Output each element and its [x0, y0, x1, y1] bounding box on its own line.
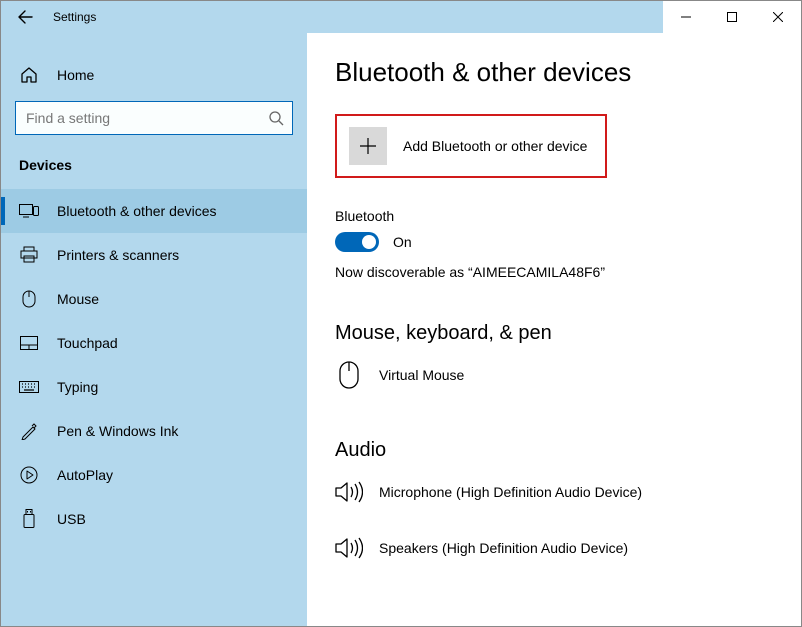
titlebar: Settings [1, 1, 801, 33]
keyboard-icon [19, 377, 39, 397]
sidebar-item-label: Bluetooth & other devices [57, 203, 217, 219]
sidebar-item-label: Typing [57, 379, 98, 395]
sidebar-item-pen[interactable]: Pen & Windows Ink [1, 409, 307, 453]
sidebar-nav: Bluetooth & other devices Printers & sca… [1, 189, 307, 541]
bluetooth-toggle-state: On [393, 234, 412, 250]
content-pane: Bluetooth & other devices Add Bluetooth … [307, 33, 801, 626]
page-title: Bluetooth & other devices [335, 57, 773, 88]
devices-icon [19, 201, 39, 221]
device-label: Virtual Mouse [379, 367, 464, 383]
sidebar-item-typing[interactable]: Typing [1, 365, 307, 409]
sidebar-section-label: Devices [1, 153, 307, 189]
touchpad-icon [19, 333, 39, 353]
plus-icon [349, 127, 387, 165]
window-title: Settings [53, 10, 96, 24]
sidebar-item-label: Touchpad [57, 335, 118, 351]
bluetooth-heading: Bluetooth [335, 208, 773, 224]
device-item-microphone[interactable]: Microphone (High Definition Audio Device… [335, 470, 773, 514]
device-label: Microphone (High Definition Audio Device… [379, 484, 642, 500]
bluetooth-toggle[interactable] [335, 232, 379, 252]
speaker-icon [335, 478, 363, 506]
sidebar-item-usb[interactable]: USB [1, 497, 307, 541]
sidebar: Home Devices Bluetooth & other devices [1, 33, 307, 626]
sidebar-item-autoplay[interactable]: AutoPlay [1, 453, 307, 497]
sidebar-item-bluetooth[interactable]: Bluetooth & other devices [1, 189, 307, 233]
sidebar-item-label: Mouse [57, 291, 99, 307]
settings-window: Settings Home [0, 0, 802, 627]
sidebar-item-printers[interactable]: Printers & scanners [1, 233, 307, 277]
close-icon [773, 12, 783, 22]
speaker-icon [335, 534, 363, 562]
autoplay-icon [19, 465, 39, 485]
home-icon [19, 65, 39, 85]
home-label: Home [57, 67, 94, 83]
sidebar-item-label: AutoPlay [57, 467, 113, 483]
usb-icon [19, 509, 39, 529]
search-input[interactable] [24, 109, 268, 127]
close-button[interactable] [755, 1, 801, 33]
device-item-virtual-mouse[interactable]: Virtual Mouse [335, 353, 773, 397]
bluetooth-toggle-row: On [335, 232, 773, 252]
maximize-button[interactable] [709, 1, 755, 33]
arrow-left-icon [17, 9, 33, 25]
window-controls [663, 1, 801, 33]
search-icon [268, 110, 284, 126]
minimize-icon [681, 12, 691, 22]
mouse-icon [19, 289, 39, 309]
back-button[interactable] [1, 1, 49, 33]
group-heading-mouse: Mouse, keyboard, & pen [335, 322, 773, 345]
device-label: Speakers (High Definition Audio Device) [379, 540, 628, 556]
sidebar-item-label: Printers & scanners [57, 247, 179, 263]
add-device-label: Add Bluetooth or other device [403, 138, 587, 154]
sidebar-item-touchpad[interactable]: Touchpad [1, 321, 307, 365]
mouse-icon [335, 361, 363, 389]
maximize-icon [727, 12, 737, 22]
home-button[interactable]: Home [1, 55, 307, 95]
pen-icon [19, 421, 39, 441]
add-device-button[interactable]: Add Bluetooth or other device [335, 114, 607, 178]
sidebar-item-label: Pen & Windows Ink [57, 423, 178, 439]
minimize-button[interactable] [663, 1, 709, 33]
sidebar-item-label: USB [57, 511, 86, 527]
group-heading-audio: Audio [335, 439, 773, 462]
discoverable-text: Now discoverable as “AIMEECAMILA48F6” [335, 264, 773, 280]
search-box[interactable] [15, 101, 293, 135]
sidebar-item-mouse[interactable]: Mouse [1, 277, 307, 321]
printer-icon [19, 245, 39, 265]
device-item-speakers[interactable]: Speakers (High Definition Audio Device) [335, 526, 773, 570]
